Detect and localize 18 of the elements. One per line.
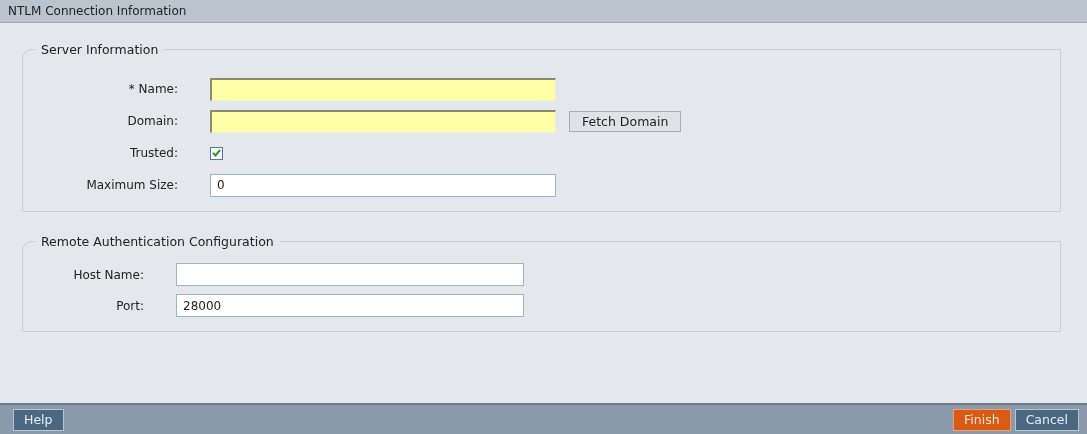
field-label: * Name: xyxy=(127,82,179,96)
footer-button[interactable]: Cancel xyxy=(1014,408,1079,431)
window-title: NTLM Connection Information xyxy=(8,4,187,18)
fetch-button[interactable]: Fetch Domain xyxy=(569,110,682,132)
field-label: Domain: xyxy=(126,114,179,128)
checkbox[interactable] xyxy=(210,146,223,160)
field-label: Trusted: xyxy=(128,146,179,160)
section-title: Server Information xyxy=(40,42,160,57)
input-field[interactable] xyxy=(210,109,556,133)
input-field[interactable] xyxy=(210,77,556,101)
input-field[interactable]: 0 xyxy=(210,173,556,197)
field-label: Port: xyxy=(115,298,145,313)
field-label: Host Name: xyxy=(72,267,145,282)
footer-button[interactable]: Help xyxy=(13,408,64,431)
input-field[interactable] xyxy=(176,263,524,286)
input-field[interactable]: 28000 xyxy=(176,294,524,317)
section-title: Remote Authentication Configuration xyxy=(40,234,275,249)
field-label: Maximum Size: xyxy=(85,178,179,192)
